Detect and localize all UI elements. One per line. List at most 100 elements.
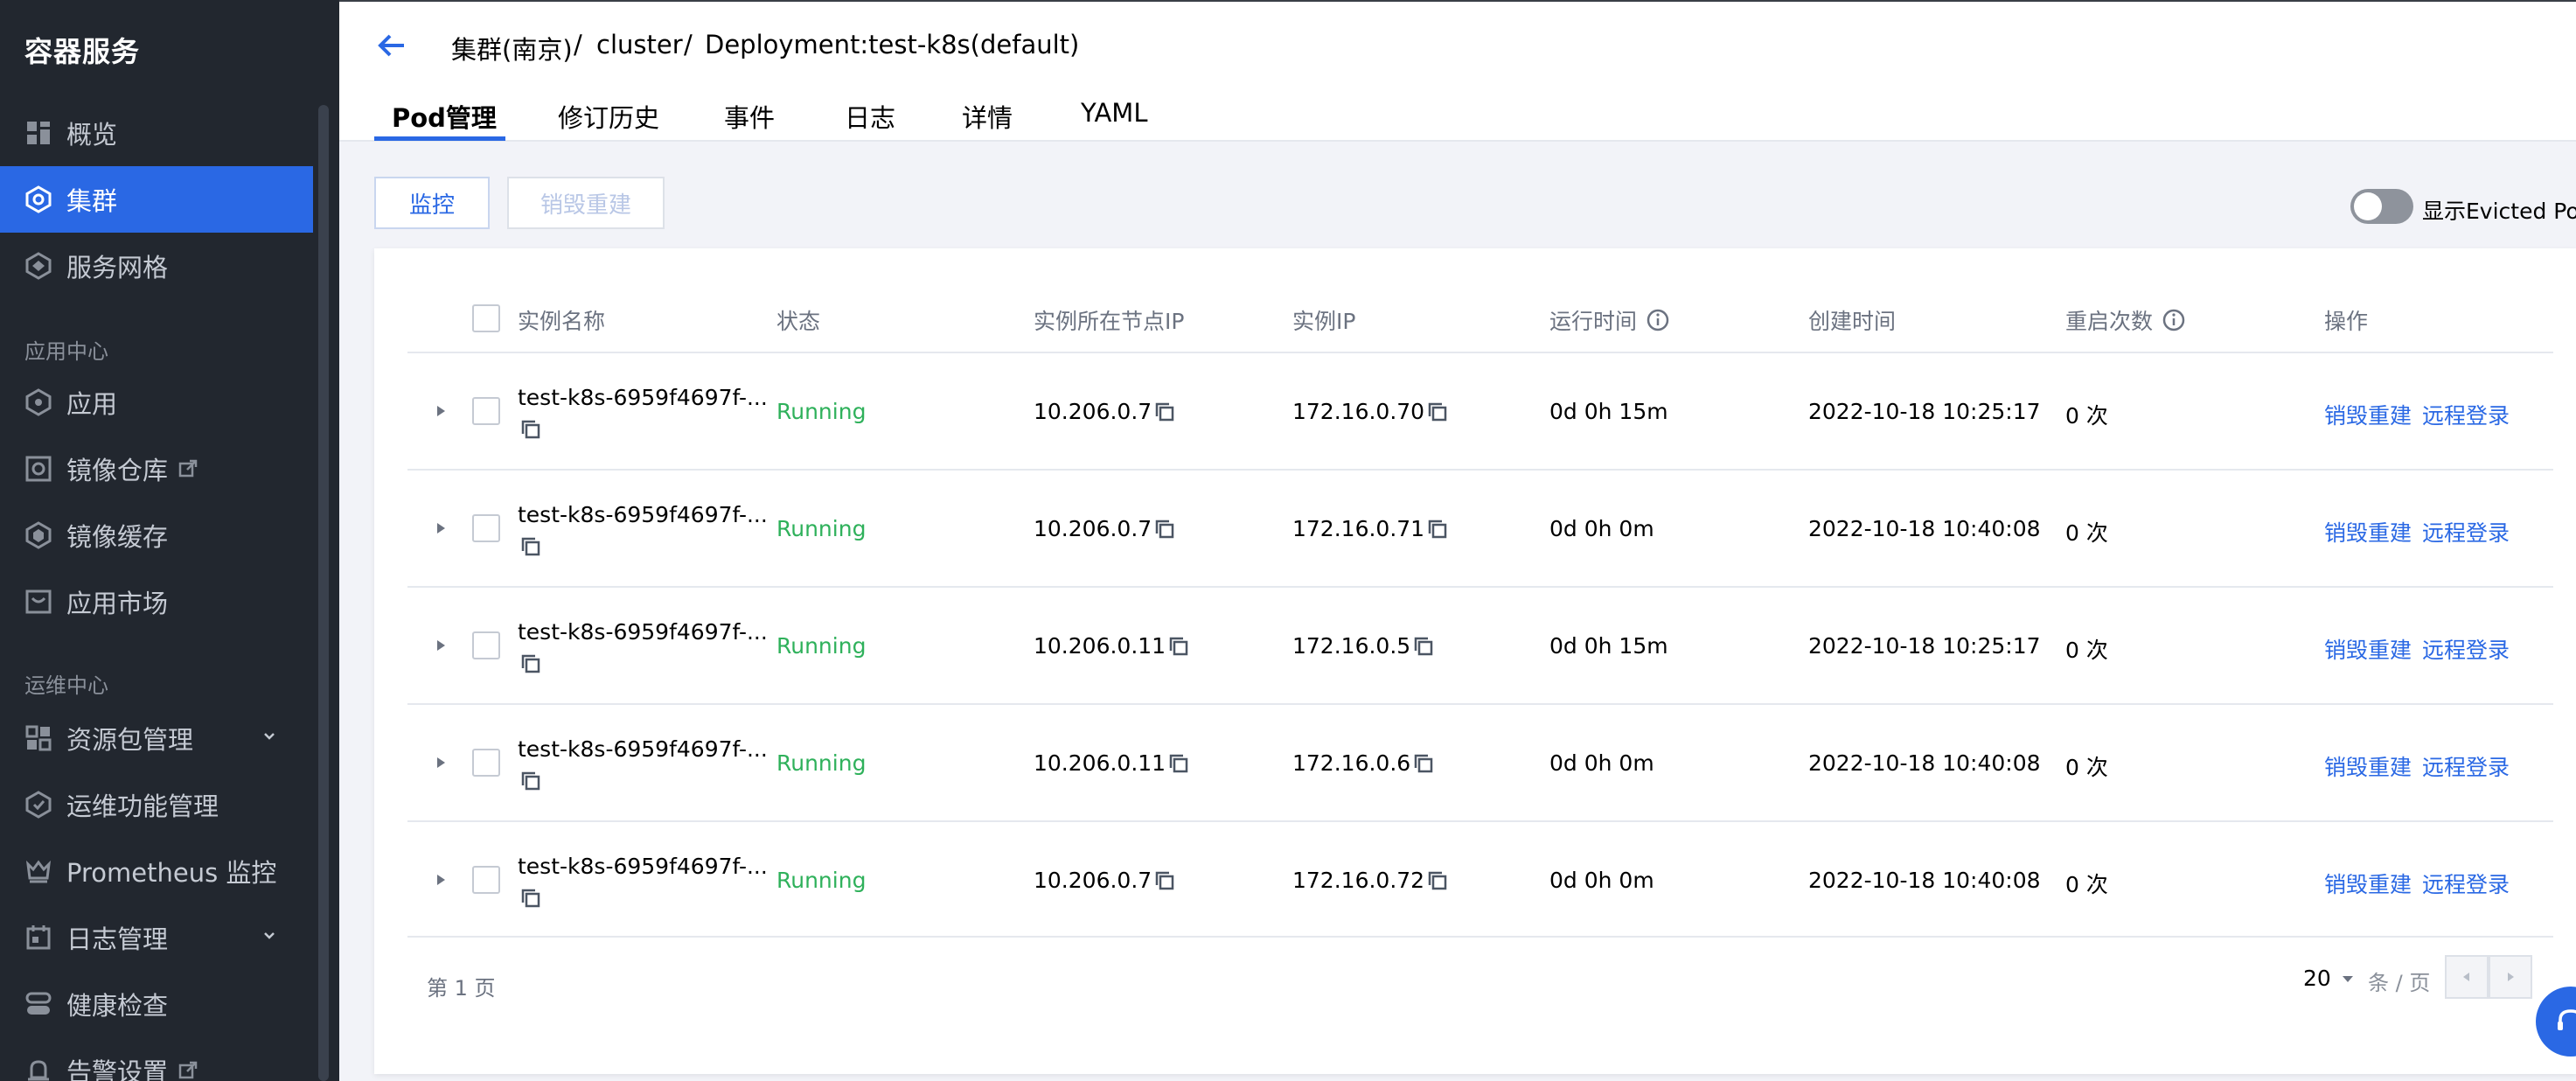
tab-pod-management[interactable]: Pod管理 bbox=[392, 98, 497, 135]
expand-caret-icon[interactable] bbox=[432, 754, 449, 771]
app-icon bbox=[24, 388, 52, 416]
row-checkbox[interactable] bbox=[472, 514, 500, 542]
sidebar-item-label: 概览 bbox=[66, 120, 118, 150]
tab-logs[interactable]: 日志 bbox=[845, 98, 895, 135]
mesh-icon bbox=[24, 252, 52, 280]
expand-caret-icon[interactable] bbox=[432, 520, 449, 537]
remote-login-link[interactable]: 远程登录 bbox=[2422, 750, 2510, 782]
expand-caret-icon[interactable] bbox=[432, 871, 449, 889]
breadcrumb-separator: / bbox=[684, 30, 693, 59]
tab-events[interactable]: 事件 bbox=[724, 98, 775, 135]
remote-login-link[interactable]: 远程登录 bbox=[2422, 868, 2510, 899]
row-checkbox[interactable] bbox=[472, 866, 500, 894]
sidebar-item-label: 告警设置 bbox=[66, 1057, 169, 1081]
restart-count: 0 次 bbox=[2065, 638, 2108, 663]
destroy-rebuild-link[interactable]: 销毁重建 bbox=[2324, 750, 2412, 782]
info-icon[interactable] bbox=[2162, 308, 2186, 332]
copy-icon[interactable] bbox=[519, 535, 542, 558]
remote-login-link[interactable]: 远程登录 bbox=[2422, 399, 2510, 430]
uptime: 0d 0h 15m bbox=[1549, 633, 1668, 659]
row-checkbox[interactable] bbox=[472, 749, 500, 777]
sidebar-item-registry[interactable]: 镜像仓库 bbox=[0, 436, 313, 502]
copy-icon[interactable] bbox=[1426, 869, 1449, 892]
sidebar-item-app-market[interactable]: 应用市场 bbox=[0, 568, 313, 635]
next-page-button[interactable] bbox=[2489, 955, 2532, 999]
node-ip: 10.206.0.11 bbox=[1034, 750, 1190, 776]
show-evicted-pod-toggle[interactable] bbox=[2350, 189, 2413, 224]
external-link-icon bbox=[178, 459, 198, 478]
pod-ip: 172.16.0.71 bbox=[1292, 516, 1449, 541]
sidebar-item-package[interactable]: 资源包管理 bbox=[0, 705, 313, 771]
copy-icon[interactable] bbox=[1412, 752, 1435, 775]
pod-name[interactable]: test-k8s-6959f4697f-... bbox=[518, 736, 768, 762]
copy-icon[interactable] bbox=[519, 652, 542, 675]
row-checkbox[interactable] bbox=[472, 631, 500, 659]
pod-name[interactable]: test-k8s-6959f4697f-... bbox=[518, 385, 768, 410]
copy-icon[interactable] bbox=[519, 770, 542, 792]
sidebar-scrollbar[interactable] bbox=[318, 105, 329, 1081]
row-checkbox[interactable] bbox=[472, 397, 500, 425]
sidebar-item-prometheus[interactable]: Prometheus 监控 bbox=[0, 838, 313, 904]
restart-count: 0 次 bbox=[2065, 755, 2108, 780]
remote-login-link[interactable]: 远程登录 bbox=[2422, 516, 2510, 547]
status-running: Running bbox=[776, 868, 867, 893]
tab-revision-history[interactable]: 修订历史 bbox=[558, 98, 659, 135]
destroy-rebuild-link[interactable]: 销毁重建 bbox=[2324, 516, 2412, 547]
grid-icon bbox=[24, 119, 52, 147]
headset-icon bbox=[2558, 1009, 2576, 1030]
page-header: 集群(南京) / cluster / Deployment:test-k8s(d… bbox=[339, 2, 2576, 142]
chevron-right-icon bbox=[2508, 973, 2514, 981]
copy-icon[interactable] bbox=[1153, 401, 1176, 423]
copy-icon[interactable] bbox=[1167, 752, 1190, 775]
sidebar-item-app[interactable]: 应用 bbox=[0, 369, 313, 436]
sidebar-item-overview[interactable]: 概览 bbox=[0, 100, 313, 166]
copy-icon[interactable] bbox=[1153, 869, 1176, 892]
prometheus-icon bbox=[24, 857, 52, 885]
sidebar-item-image-cache[interactable]: 镜像缓存 bbox=[0, 502, 313, 568]
sidebar-item-label: 运维功能管理 bbox=[66, 792, 219, 821]
sidebar-item-label: Prometheus 监控 bbox=[66, 858, 277, 888]
destroy-rebuild-link[interactable]: 销毁重建 bbox=[2324, 633, 2412, 665]
pod-name[interactable]: test-k8s-6959f4697f-... bbox=[518, 619, 768, 645]
pod-name[interactable]: test-k8s-6959f4697f-... bbox=[518, 502, 768, 527]
uptime: 0d 0h 15m bbox=[1549, 399, 1668, 424]
sidebar-item-cluster[interactable]: 集群 bbox=[0, 166, 313, 233]
copy-icon[interactable] bbox=[519, 887, 542, 910]
copy-icon[interactable] bbox=[1167, 635, 1190, 658]
node-ip: 10.206.0.7 bbox=[1034, 516, 1176, 541]
destroy-rebuild-link[interactable]: 销毁重建 bbox=[2324, 868, 2412, 899]
copy-icon[interactable] bbox=[1426, 518, 1449, 540]
breadcrumb-cluster-region[interactable]: 集群(南京) bbox=[451, 30, 573, 66]
tab-details[interactable]: 详情 bbox=[962, 98, 1013, 135]
destroy-rebuild-link[interactable]: 销毁重建 bbox=[2324, 399, 2412, 430]
copy-icon[interactable] bbox=[1426, 401, 1449, 423]
back-arrow-icon[interactable] bbox=[374, 28, 409, 63]
copy-icon[interactable] bbox=[1412, 635, 1435, 658]
copy-icon[interactable] bbox=[519, 418, 542, 441]
sidebar-item-label: 集群 bbox=[66, 186, 118, 216]
alarm-icon bbox=[24, 1057, 52, 1081]
page-size-select[interactable]: 20 bbox=[2303, 966, 2356, 991]
log-icon bbox=[24, 924, 52, 952]
copy-icon[interactable] bbox=[1153, 518, 1176, 540]
destroy-rebuild-button[interactable]: 销毁重建 bbox=[507, 177, 665, 229]
expand-caret-icon[interactable] bbox=[432, 637, 449, 654]
sidebar-item-ops-function[interactable]: 运维功能管理 bbox=[0, 771, 313, 838]
pod-name[interactable]: test-k8s-6959f4697f-... bbox=[518, 854, 768, 879]
sidebar-item-service-mesh[interactable]: 服务网格 bbox=[0, 233, 313, 299]
node-ip: 10.206.0.11 bbox=[1034, 633, 1190, 659]
chevron-down-icon bbox=[261, 927, 278, 945]
breadcrumb-cluster[interactable]: cluster bbox=[596, 30, 683, 59]
prev-page-button[interactable] bbox=[2445, 955, 2489, 999]
ops-icon bbox=[24, 791, 52, 819]
sidebar-item-log[interactable]: 日志管理 bbox=[0, 904, 313, 971]
tab-yaml[interactable]: YAML bbox=[1081, 98, 1147, 128]
info-icon[interactable] bbox=[1646, 308, 1670, 332]
select-all-checkbox[interactable] bbox=[472, 304, 500, 332]
monitor-button[interactable]: 监控 bbox=[374, 177, 490, 229]
expand-caret-icon[interactable] bbox=[432, 402, 449, 420]
sidebar-item-health-check[interactable]: 健康检查 bbox=[0, 971, 313, 1037]
sidebar-item-alarm[interactable]: 告警设置 bbox=[0, 1037, 313, 1081]
remote-login-link[interactable]: 远程登录 bbox=[2422, 633, 2510, 665]
uptime: 0d 0h 0m bbox=[1549, 868, 1654, 893]
